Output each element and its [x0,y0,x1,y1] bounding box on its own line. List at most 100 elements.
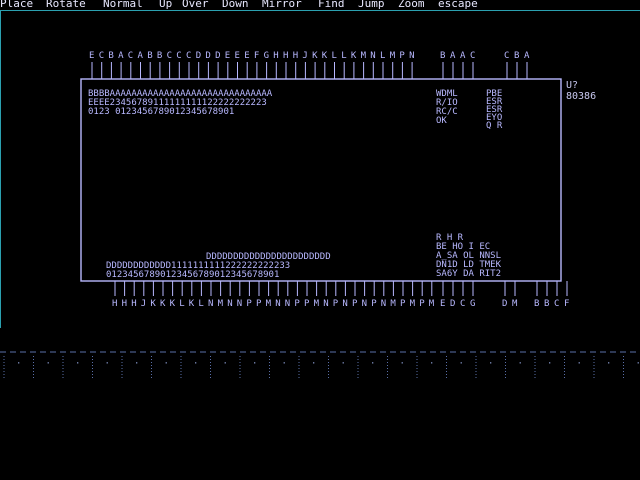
top-pin-label-right: B [514,51,519,61]
bottom-pin-label: P [352,299,358,309]
top-pin-label: B [157,51,162,61]
inner-top-line: 0123 0123456789012345678901 [88,107,234,117]
bottom-pin-label-right: G [470,299,475,309]
top-pin-label-right: A [450,51,456,61]
component-value: 80386 [566,91,596,102]
bottom-pin-label: M [266,299,272,309]
bottom-pin-label: P [256,299,262,309]
top-pin-label: C [176,51,181,61]
top-pin-label: H [273,51,278,61]
bottom-pin-label-right: F [564,299,569,309]
top-pin-label: E [235,51,240,61]
bottom-pin-label: N [323,299,328,309]
bottom-pin-label: M [218,299,224,309]
bottom-pin-label: M [429,299,435,309]
top-pin-label: N [409,51,414,61]
strip-glyph: · [459,359,464,369]
strip-glyph: · [282,359,287,369]
strip-glyph: · [518,359,523,369]
strip-glyph: · [606,359,611,369]
bottom-pin-label: M [314,299,320,309]
strip-glyph: · [636,359,640,369]
bottom-pin-label: P [333,299,339,309]
strip-glyph: · [46,359,51,369]
strip-glyph: · [193,359,198,369]
bottom-pin-label: N [237,299,242,309]
component-reference: U? [566,80,578,91]
strip-glyph: · [16,359,21,369]
bottom-pin-label: P [294,299,300,309]
top-pin-label: C [99,51,104,61]
top-pin-label: K [312,51,318,61]
bottom-pin-label: K [170,299,176,309]
top-pin-label: L [332,51,337,61]
strip-glyph: · [75,359,80,369]
bottom-pin-label-right: B [534,299,539,309]
top-pin-label: H [293,51,298,61]
top-pin-label: M [361,51,367,61]
top-pin-label: C [186,51,191,61]
bottom-pin-label: H [131,299,136,309]
schematic-canvas[interactable]: ECBACABBCCCDDDEEEFGHHHJKKLLKMNLMPNBAACCB… [0,0,640,480]
top-pin-label-right: C [504,51,509,61]
bottom-pin-label: K [160,299,166,309]
top-pin-label: J [302,51,307,61]
strip-glyph: · [134,359,139,369]
inner-top-pin-labels: BBBBAAAAAAAAAAAAAAAAAAAAAAAAAAAAAAEEEE23… [88,89,273,117]
bottom-pin-label: H [112,299,117,309]
bottom-pin-label: N [227,299,232,309]
top-pin-label-right: B [440,51,445,61]
strip-glyph: · [429,359,434,369]
strip-glyph: · [252,359,257,369]
top-pin-label: D [215,51,220,61]
bottom-pin-label: L [179,299,184,309]
bottom-pin-label: K [150,299,156,309]
top-pin-label: B [147,51,152,61]
top-pin-label: B [108,51,113,61]
bottom-pin-label-right: E [440,299,445,309]
strip-glyph: · [223,359,228,369]
bottom-pin-label: J [141,299,146,309]
inner-bottom-pin-labels: DDDDDDDDDDDDDDDDDDDDDDDDDDDDDDDDDDD11111… [106,233,502,280]
top-pin-label: N [370,51,375,61]
bottom-pin-label-right: C [554,299,559,309]
bottom-pin-column-group: HHHJKKKLKLNMNNPPMNNPPMNPNPNPNMPMPMEDCGDM… [112,281,569,309]
top-pin-label: A [138,51,144,61]
bottom-pin-label: M [390,299,396,309]
bottom-pin-label: N [362,299,367,309]
bottom-pin-label-right: B [544,299,549,309]
bottom-pin-label: P [371,299,377,309]
inner-bottom-right: SA6Y DA RIT2 [436,269,501,279]
top-pin-label: K [351,51,357,61]
top-pin-label: K [322,51,328,61]
strip-glyph: · [105,359,110,369]
bottom-pin-label: K [189,299,195,309]
strip-glyph: · [488,359,493,369]
top-pin-label-right: A [460,51,466,61]
strip-glyph: · [164,359,169,369]
top-pin-label: F [254,51,259,61]
top-pin-label: P [399,51,405,61]
top-pin-label: C [128,51,133,61]
inner-bottom-line: 01234567890123456789012345678901 [106,270,279,280]
strip-glyph: · [370,359,375,369]
bottom-pin-label-right: D [450,299,455,309]
inner-signal: OK [436,116,447,126]
top-pin-label: C [167,51,172,61]
top-pin-label: L [341,51,346,61]
bottom-pin-label: L [198,299,203,309]
bottom-pin-label: P [246,299,252,309]
bottom-pin-label: N [208,299,213,309]
inner-right-signal-labels: WDMLR/IORC/C OKPBEESRESREYOQ R [436,89,503,131]
top-pin-label: D [196,51,201,61]
bottom-pin-label: P [400,299,406,309]
bottom-pin-label-right: C [460,299,465,309]
top-pin-label-right: C [470,51,475,61]
bottom-pin-label-right: M [512,299,518,309]
top-pin-label: H [283,51,288,61]
top-pin-label: M [390,51,396,61]
bottom-pin-label: P [419,299,425,309]
top-pin-label: L [380,51,385,61]
strip-glyph: · [400,359,405,369]
bottom-pin-label: H [122,299,127,309]
